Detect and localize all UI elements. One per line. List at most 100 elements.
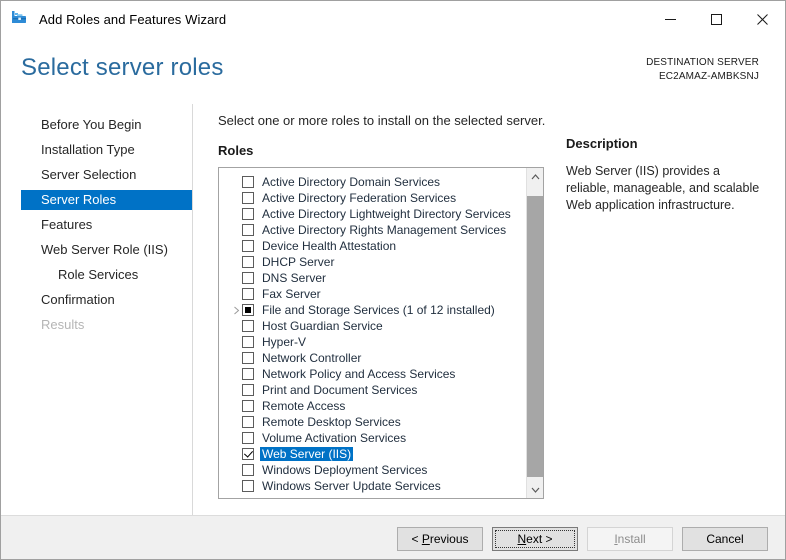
role-checkbox[interactable]	[242, 192, 254, 204]
nav-item-installation-type[interactable]: Installation Type	[1, 140, 192, 160]
role-label: Hyper-V	[262, 335, 307, 349]
role-row[interactable]: Active Directory Lightweight Directory S…	[219, 206, 526, 222]
role-checkbox[interactable]	[242, 368, 254, 380]
description-body: Web Server (IIS) provides a reliable, ma…	[566, 164, 760, 212]
wizard-toolbox-icon	[10, 9, 30, 29]
previous-button-label: < Previous	[411, 532, 469, 546]
nav-item-server-roles[interactable]: Server Roles	[21, 190, 192, 210]
role-label: Active Directory Federation Services	[262, 191, 457, 205]
role-row[interactable]: DNS Server	[219, 270, 526, 286]
role-checkbox[interactable]	[242, 400, 254, 412]
cancel-button[interactable]: Cancel	[682, 527, 768, 551]
role-checkbox[interactable]	[242, 208, 254, 220]
role-checkbox[interactable]	[242, 224, 254, 236]
role-checkbox[interactable]	[242, 448, 254, 460]
role-row[interactable]: Print and Document Services	[219, 382, 526, 398]
role-label: Remote Access	[262, 399, 346, 413]
role-row[interactable]: Web Server (IIS)	[219, 446, 526, 462]
role-checkbox[interactable]	[242, 384, 254, 396]
role-row[interactable]: Active Directory Federation Services	[219, 190, 526, 206]
role-row[interactable]: Fax Server	[219, 286, 526, 302]
next-button[interactable]: Next >	[492, 527, 578, 551]
scroll-up-button[interactable]	[527, 168, 543, 185]
maximize-button[interactable]	[693, 1, 739, 37]
role-checkbox[interactable]	[242, 480, 254, 492]
role-row[interactable]: Active Directory Domain Services	[219, 174, 526, 190]
cancel-button-label: Cancel	[706, 532, 744, 546]
role-checkbox[interactable]	[242, 432, 254, 444]
nav-item-web-server-role-iis[interactable]: Web Server Role (IIS)	[1, 240, 192, 260]
role-row[interactable]: DHCP Server	[219, 254, 526, 270]
role-row[interactable]: Device Health Attestation	[219, 238, 526, 254]
destination-server-name: EC2AMAZ-AMBKSNJ	[658, 71, 759, 82]
role-label: Network Policy and Access Services	[262, 367, 456, 381]
window-controls	[647, 1, 785, 37]
scrollbar-thumb[interactable]	[527, 196, 543, 477]
body-area: Before You Begin Installation Type Server …	[1, 104, 785, 515]
role-label: Windows Server Update Services	[262, 479, 441, 493]
role-checkbox[interactable]	[242, 176, 254, 188]
roles-section-label: Roles	[218, 143, 254, 158]
minimize-button[interactable]	[647, 1, 693, 37]
roles-list: Active Directory Domain Services Active D…	[219, 168, 526, 498]
nav-item-features[interactable]: Features	[1, 215, 192, 235]
role-label: Host Guardian Service	[262, 319, 383, 333]
role-checkbox[interactable]	[242, 304, 254, 316]
role-row[interactable]: Active Directory Rights Management Servi…	[219, 222, 526, 238]
close-button[interactable]	[739, 1, 785, 37]
nav-item-confirmation[interactable]: Confirmation	[1, 290, 192, 310]
role-row[interactable]: Host Guardian Service	[219, 318, 526, 334]
footer-bar: < Previous Next > Install Cancel	[1, 515, 785, 559]
previous-button[interactable]: < Previous	[397, 527, 483, 551]
role-checkbox[interactable]	[242, 256, 254, 268]
next-button-label: Next >	[517, 532, 553, 546]
role-row[interactable]: Network Policy and Access Services	[219, 366, 526, 382]
role-label: Active Directory Domain Services	[262, 175, 441, 189]
expand-arrow-icon[interactable]	[231, 303, 242, 317]
role-row[interactable]: Volume Activation Services	[219, 430, 526, 446]
role-label: File and Storage Services (1 of 12 insta…	[262, 303, 495, 317]
role-row[interactable]: Remote Desktop Services	[219, 414, 526, 430]
role-row[interactable]: Hyper-V	[219, 334, 526, 350]
role-checkbox[interactable]	[242, 320, 254, 332]
role-checkbox[interactable]	[242, 416, 254, 428]
role-label: Fax Server	[262, 287, 321, 301]
nav-item-server-selection[interactable]: Server Selection	[1, 165, 192, 185]
roles-listbox[interactable]: Active Directory Domain Services Active D…	[218, 167, 544, 499]
destination-server-label: DESTINATION SERVER	[646, 57, 759, 68]
role-checkbox[interactable]	[242, 272, 254, 284]
role-label: Web Server (IIS)	[260, 447, 354, 461]
instruction-text: Select one or more roles to install on t…	[218, 113, 546, 128]
nav-item-before-you-begin[interactable]: Before You Begin	[1, 115, 192, 135]
chevron-up-icon	[531, 173, 539, 179]
role-checkbox[interactable]	[242, 288, 254, 300]
role-label: DHCP Server	[262, 255, 335, 269]
install-button: Install	[587, 527, 673, 551]
nav-item-role-services[interactable]: Role Services	[1, 265, 192, 285]
role-row[interactable]: File and Storage Services (1 of 12 insta…	[219, 302, 526, 318]
role-checkbox[interactable]	[242, 464, 254, 476]
role-row[interactable]: Remote Access	[219, 398, 526, 414]
role-row[interactable]: Windows Deployment Services	[219, 462, 526, 478]
role-label: Remote Desktop Services	[262, 415, 401, 429]
role-checkbox[interactable]	[242, 336, 254, 348]
role-label: Active Directory Lightweight Directory S…	[262, 207, 511, 221]
scroll-down-button[interactable]	[527, 481, 543, 498]
role-checkbox[interactable]	[242, 240, 254, 252]
role-checkbox[interactable]	[242, 352, 254, 364]
role-label: DNS Server	[262, 271, 327, 285]
role-row[interactable]: Windows Server Update Services	[219, 478, 526, 494]
role-row[interactable]: Network Controller	[219, 350, 526, 366]
roles-scrollbar[interactable]	[526, 168, 543, 498]
title-bar: Add Roles and Features Wizard	[1, 1, 785, 37]
